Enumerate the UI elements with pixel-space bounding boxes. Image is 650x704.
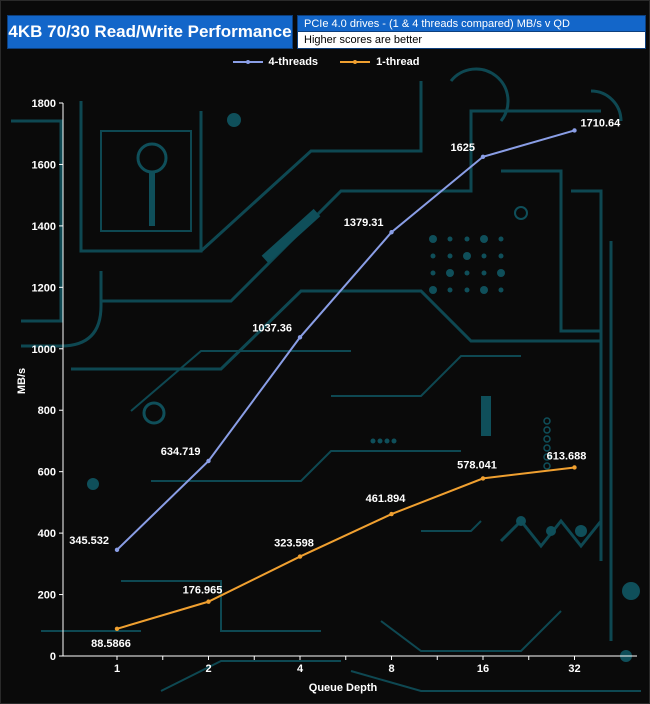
x-tick-label: 32: [568, 663, 580, 675]
data-point-1-thread: [114, 626, 120, 631]
x-tick-label: 8: [388, 663, 394, 675]
y-tick-label: 600: [38, 467, 56, 479]
data-point-4-threads: [389, 230, 394, 235]
y-tick-label: 1800: [32, 98, 56, 110]
data-label-1-thread: 578.041: [457, 459, 497, 471]
data-label-1-thread: 323.598: [274, 538, 314, 550]
data-label-1-thread: 176.965: [183, 585, 223, 597]
chart-axes: 0 200 400 600 800 1000 1200 1400 1600 1800 1 2 4 8 16 3…: [32, 98, 637, 675]
data-point-1-thread: [572, 465, 577, 470]
data-point-1-thread: [389, 511, 394, 517]
chart-data-labels: 345.532 634.719 1037.36 1379.31 1625 1710.64 8…: [69, 117, 621, 649]
data-label-1-thread: 613.688: [547, 450, 587, 462]
chart-frame: 4KB 70/30 Read/Write Performance PCIe 4.…: [0, 0, 650, 704]
data-point-4-threads: [480, 154, 486, 159]
y-tick-label: 400: [38, 528, 56, 540]
data-label-4-threads: 1625: [451, 142, 475, 154]
series-line-1-thread: [116, 466, 575, 630]
y-tick-label: 200: [38, 590, 56, 602]
line-chart: 0 200 400 600 800 1000 1200 1400 1600 1800 1 2 4 8 16 3…: [16, 98, 637, 694]
data-label-4-threads: 345.532: [69, 535, 109, 547]
x-tick-label: 16: [477, 663, 489, 675]
series-line-4-threads: [116, 129, 575, 551]
data-point-4-threads: [206, 458, 211, 464]
data-label-4-threads: 1710.64: [581, 117, 622, 129]
data-point-1-thread: [480, 476, 486, 481]
x-tick-label: 4: [297, 663, 304, 675]
data-label-4-threads: 1037.36: [252, 322, 292, 334]
y-tick-label: 1200: [32, 282, 56, 294]
y-tick-label: 1600: [32, 159, 56, 171]
y-tick-label: 1000: [32, 344, 56, 356]
y-tick-label: 1400: [32, 221, 56, 233]
data-point-4-threads: [572, 128, 577, 133]
y-axis-title: MB/s: [16, 368, 28, 394]
data-point-4-threads: [114, 547, 120, 553]
data-label-4-threads: 634.719: [161, 446, 201, 458]
data-point-1-thread: [297, 554, 303, 559]
y-tick-label: 0: [50, 651, 56, 663]
data-label-1-thread: 461.894: [366, 493, 407, 505]
x-tick-label: 1: [114, 663, 120, 675]
data-label-1-thread: 88.5866: [91, 638, 131, 650]
data-label-4-threads: 1379.31: [344, 217, 384, 229]
data-point-1-thread: [206, 599, 211, 604]
y-tick-label: 800: [38, 405, 56, 417]
chart-series: [114, 128, 577, 631]
data-point-4-threads: [297, 335, 303, 340]
x-tick-label: 2: [205, 663, 211, 675]
x-axis-title: Queue Depth: [309, 682, 378, 694]
